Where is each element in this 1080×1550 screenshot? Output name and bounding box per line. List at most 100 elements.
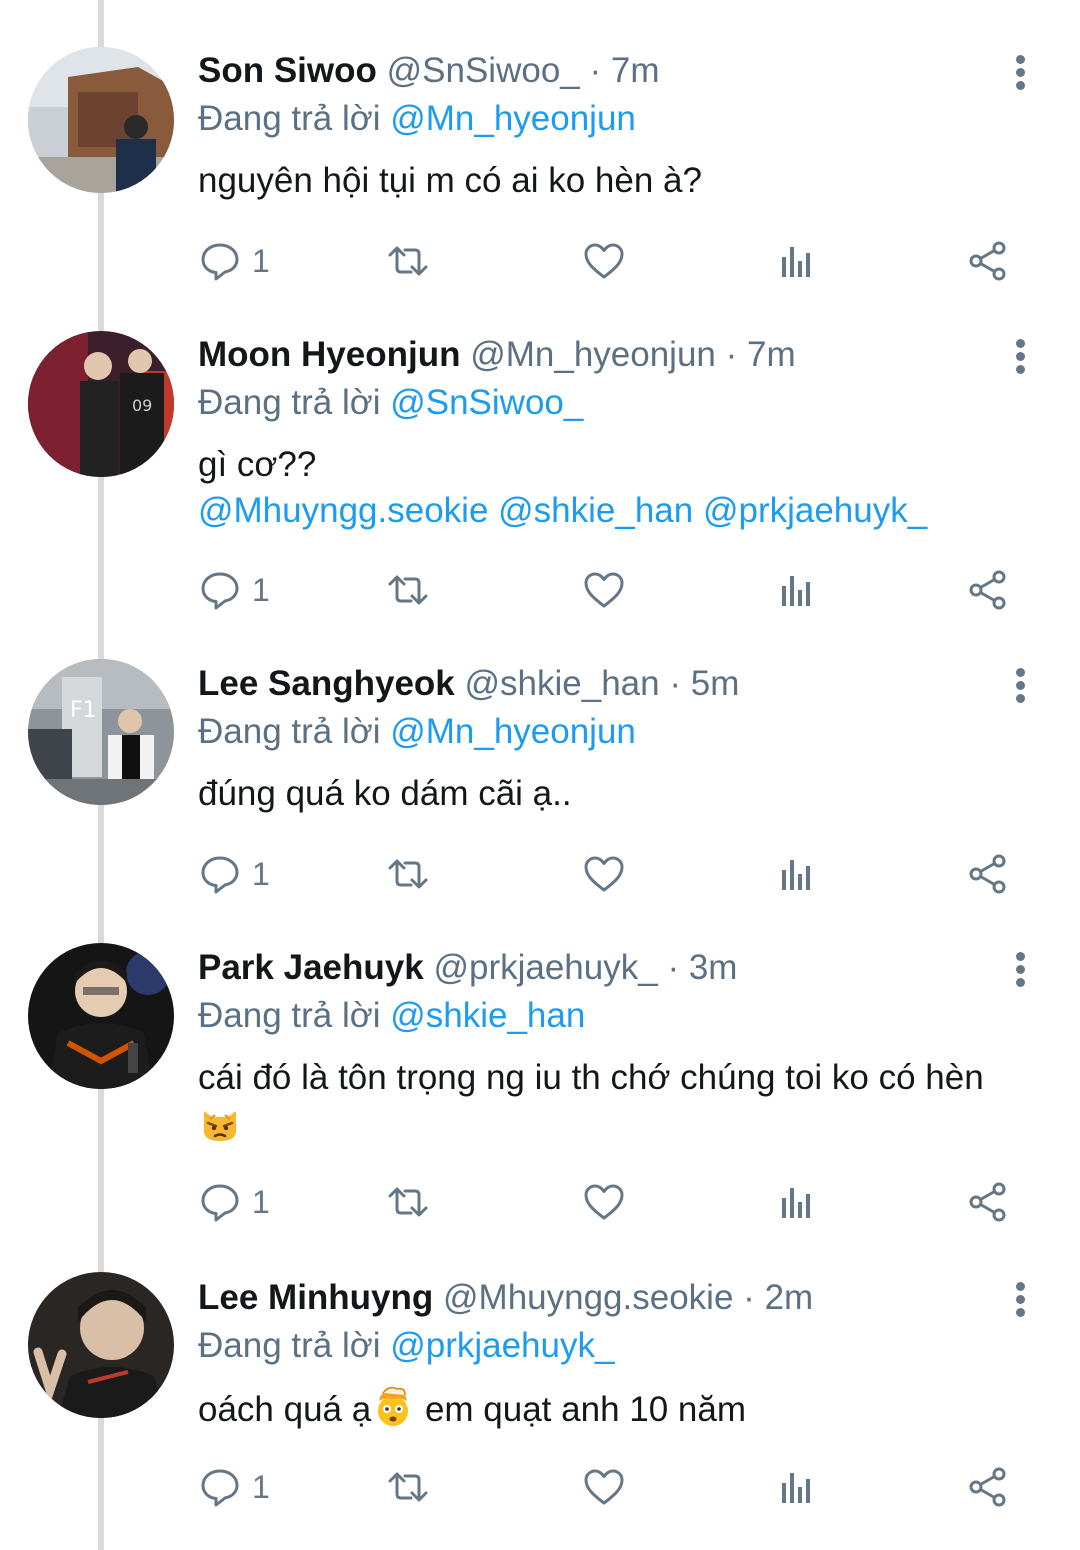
reply-prefix: Đang trả lời [198, 1326, 381, 1365]
analytics-button[interactable] [774, 565, 818, 615]
reply-count: 1 [252, 1183, 270, 1220]
user-handle[interactable]: @SnSiwoo_ [387, 51, 580, 90]
like-button[interactable] [582, 565, 626, 615]
tweet-text: cái đó là tôn trọng ng iu th chớ chúng t… [198, 1055, 1010, 1149]
tweet-actions: 1 [198, 565, 1018, 615]
analytics-button[interactable] [774, 236, 818, 286]
tweet-text: nguyên hội tụi m có ai ko hèn à? [198, 161, 702, 200]
reply-bubble-icon [201, 243, 239, 281]
retweet-button[interactable] [386, 1177, 430, 1227]
share-button[interactable] [966, 849, 1010, 899]
reply-to-mention[interactable]: @Mn_hyeonjun [390, 712, 636, 751]
reply-button[interactable]: 1 [198, 1177, 270, 1227]
reply-to-mention[interactable]: @shkie_han [390, 996, 585, 1035]
reply-count: 1 [252, 571, 270, 608]
like-button[interactable] [582, 849, 626, 899]
display-name[interactable]: Lee Sanghyeok [198, 664, 455, 703]
reply-count: 1 [252, 242, 270, 279]
separator-dot: · [667, 948, 680, 987]
tweet-text: đúng quá ko dám cãi ạ.. [198, 774, 572, 813]
retweet-button[interactable] [386, 1462, 430, 1512]
timestamp[interactable]: 3m [689, 948, 738, 987]
retweet-icon [388, 1187, 428, 1217]
reply-button[interactable]: 1 [198, 849, 270, 899]
heart-icon [584, 243, 624, 279]
share-button[interactable] [966, 565, 1010, 615]
timestamp[interactable]: 5m [691, 664, 740, 703]
share-icon [969, 570, 1006, 610]
svg-text:F1: F1 [70, 698, 97, 723]
display-name[interactable]: Lee Minhuyng [198, 1278, 433, 1317]
like-button[interactable] [582, 1177, 626, 1227]
analytics-button[interactable] [774, 1177, 818, 1227]
display-name[interactable]: Son Siwoo [198, 51, 377, 90]
timestamp[interactable]: 7m [611, 51, 660, 90]
analytics-button[interactable] [774, 849, 818, 899]
retweet-icon [388, 575, 428, 605]
share-button[interactable] [966, 236, 1010, 286]
share-icon [969, 241, 1006, 281]
reply-count: 1 [252, 855, 270, 892]
retweet-icon [388, 246, 428, 276]
user-handle[interactable]: @shkie_han [465, 664, 660, 703]
tweet-actions: 1 [198, 236, 1018, 286]
reply-button[interactable]: 1 [198, 565, 270, 615]
tweet-text-before: oách quá ạ [198, 1390, 372, 1429]
share-button[interactable] [966, 1462, 1010, 1512]
timestamp[interactable]: 2m [765, 1278, 814, 1317]
analytics-icon [782, 576, 810, 606]
tweet-text-after: em quạt anh 10 năm [415, 1390, 746, 1429]
tweet-actions: 1 [198, 849, 1018, 899]
user-handle[interactable]: @Mn_hyeonjun [470, 335, 716, 374]
display-name[interactable]: Park Jaehuyk [198, 948, 424, 987]
reply-bubble-icon [201, 856, 239, 894]
exploding-head-emoji [378, 1386, 409, 1426]
analytics-icon [782, 247, 810, 277]
avatar[interactable] [28, 1272, 174, 1418]
retweet-button[interactable] [386, 565, 430, 615]
reply-button[interactable]: 1 [198, 1462, 270, 1512]
heart-icon [584, 1184, 624, 1220]
share-button[interactable] [966, 1177, 1010, 1227]
more-vertical-icon[interactable] [1006, 331, 1036, 381]
reply-button[interactable]: 1 [198, 236, 270, 286]
avatar[interactable]: F1 [28, 659, 174, 805]
user-handle[interactable]: @Mhuyngg.seokie [443, 1278, 733, 1317]
avatar-photo: F1 [28, 659, 174, 805]
svg-text:09: 09 [132, 396, 152, 415]
avatar-photo [28, 1272, 174, 1418]
more-vertical-icon[interactable] [1006, 1274, 1036, 1324]
retweet-button[interactable] [386, 236, 430, 286]
avatar[interactable] [28, 47, 174, 193]
pouting-cat-emoji [204, 1111, 236, 1141]
separator-dot: · [669, 664, 681, 703]
tweet-mentions[interactable]: @Mhuyngg.seokie @shkie_han @prkjaehuyk_ [198, 488, 1010, 534]
retweet-icon [388, 1472, 428, 1502]
separator-dot: · [743, 1278, 755, 1317]
more-vertical-icon[interactable] [1006, 660, 1036, 710]
like-button[interactable] [582, 236, 626, 286]
separator-dot: · [589, 51, 602, 90]
more-vertical-icon[interactable] [1006, 944, 1036, 994]
avatar-photo: 09 [28, 331, 174, 477]
like-button[interactable] [582, 1462, 626, 1512]
reply-to-mention[interactable]: @Mn_hyeonjun [390, 99, 636, 138]
reply-prefix: Đang trả lời [198, 383, 381, 422]
share-icon [969, 854, 1006, 894]
reply-prefix: Đang trả lời [198, 996, 381, 1035]
timestamp[interactable]: 7m [747, 335, 796, 374]
reply-bubble-icon [201, 1469, 239, 1507]
avatar[interactable] [28, 943, 174, 1089]
reply-to-mention[interactable]: @SnSiwoo_ [390, 383, 583, 422]
more-vertical-icon[interactable] [1006, 47, 1036, 97]
avatar-photo [28, 943, 174, 1089]
retweet-button[interactable] [386, 849, 430, 899]
user-handle[interactable]: @prkjaehuyk_ [433, 948, 657, 987]
reply-to-mention[interactable]: @prkjaehuyk_ [390, 1326, 614, 1365]
reply-count: 1 [252, 1468, 270, 1505]
display-name[interactable]: Moon Hyeonjun [198, 335, 460, 374]
analytics-button[interactable] [774, 1462, 818, 1512]
avatar[interactable]: 09 [28, 331, 174, 477]
avatar-photo [28, 47, 174, 193]
tweet-actions: 1 [198, 1177, 1018, 1227]
